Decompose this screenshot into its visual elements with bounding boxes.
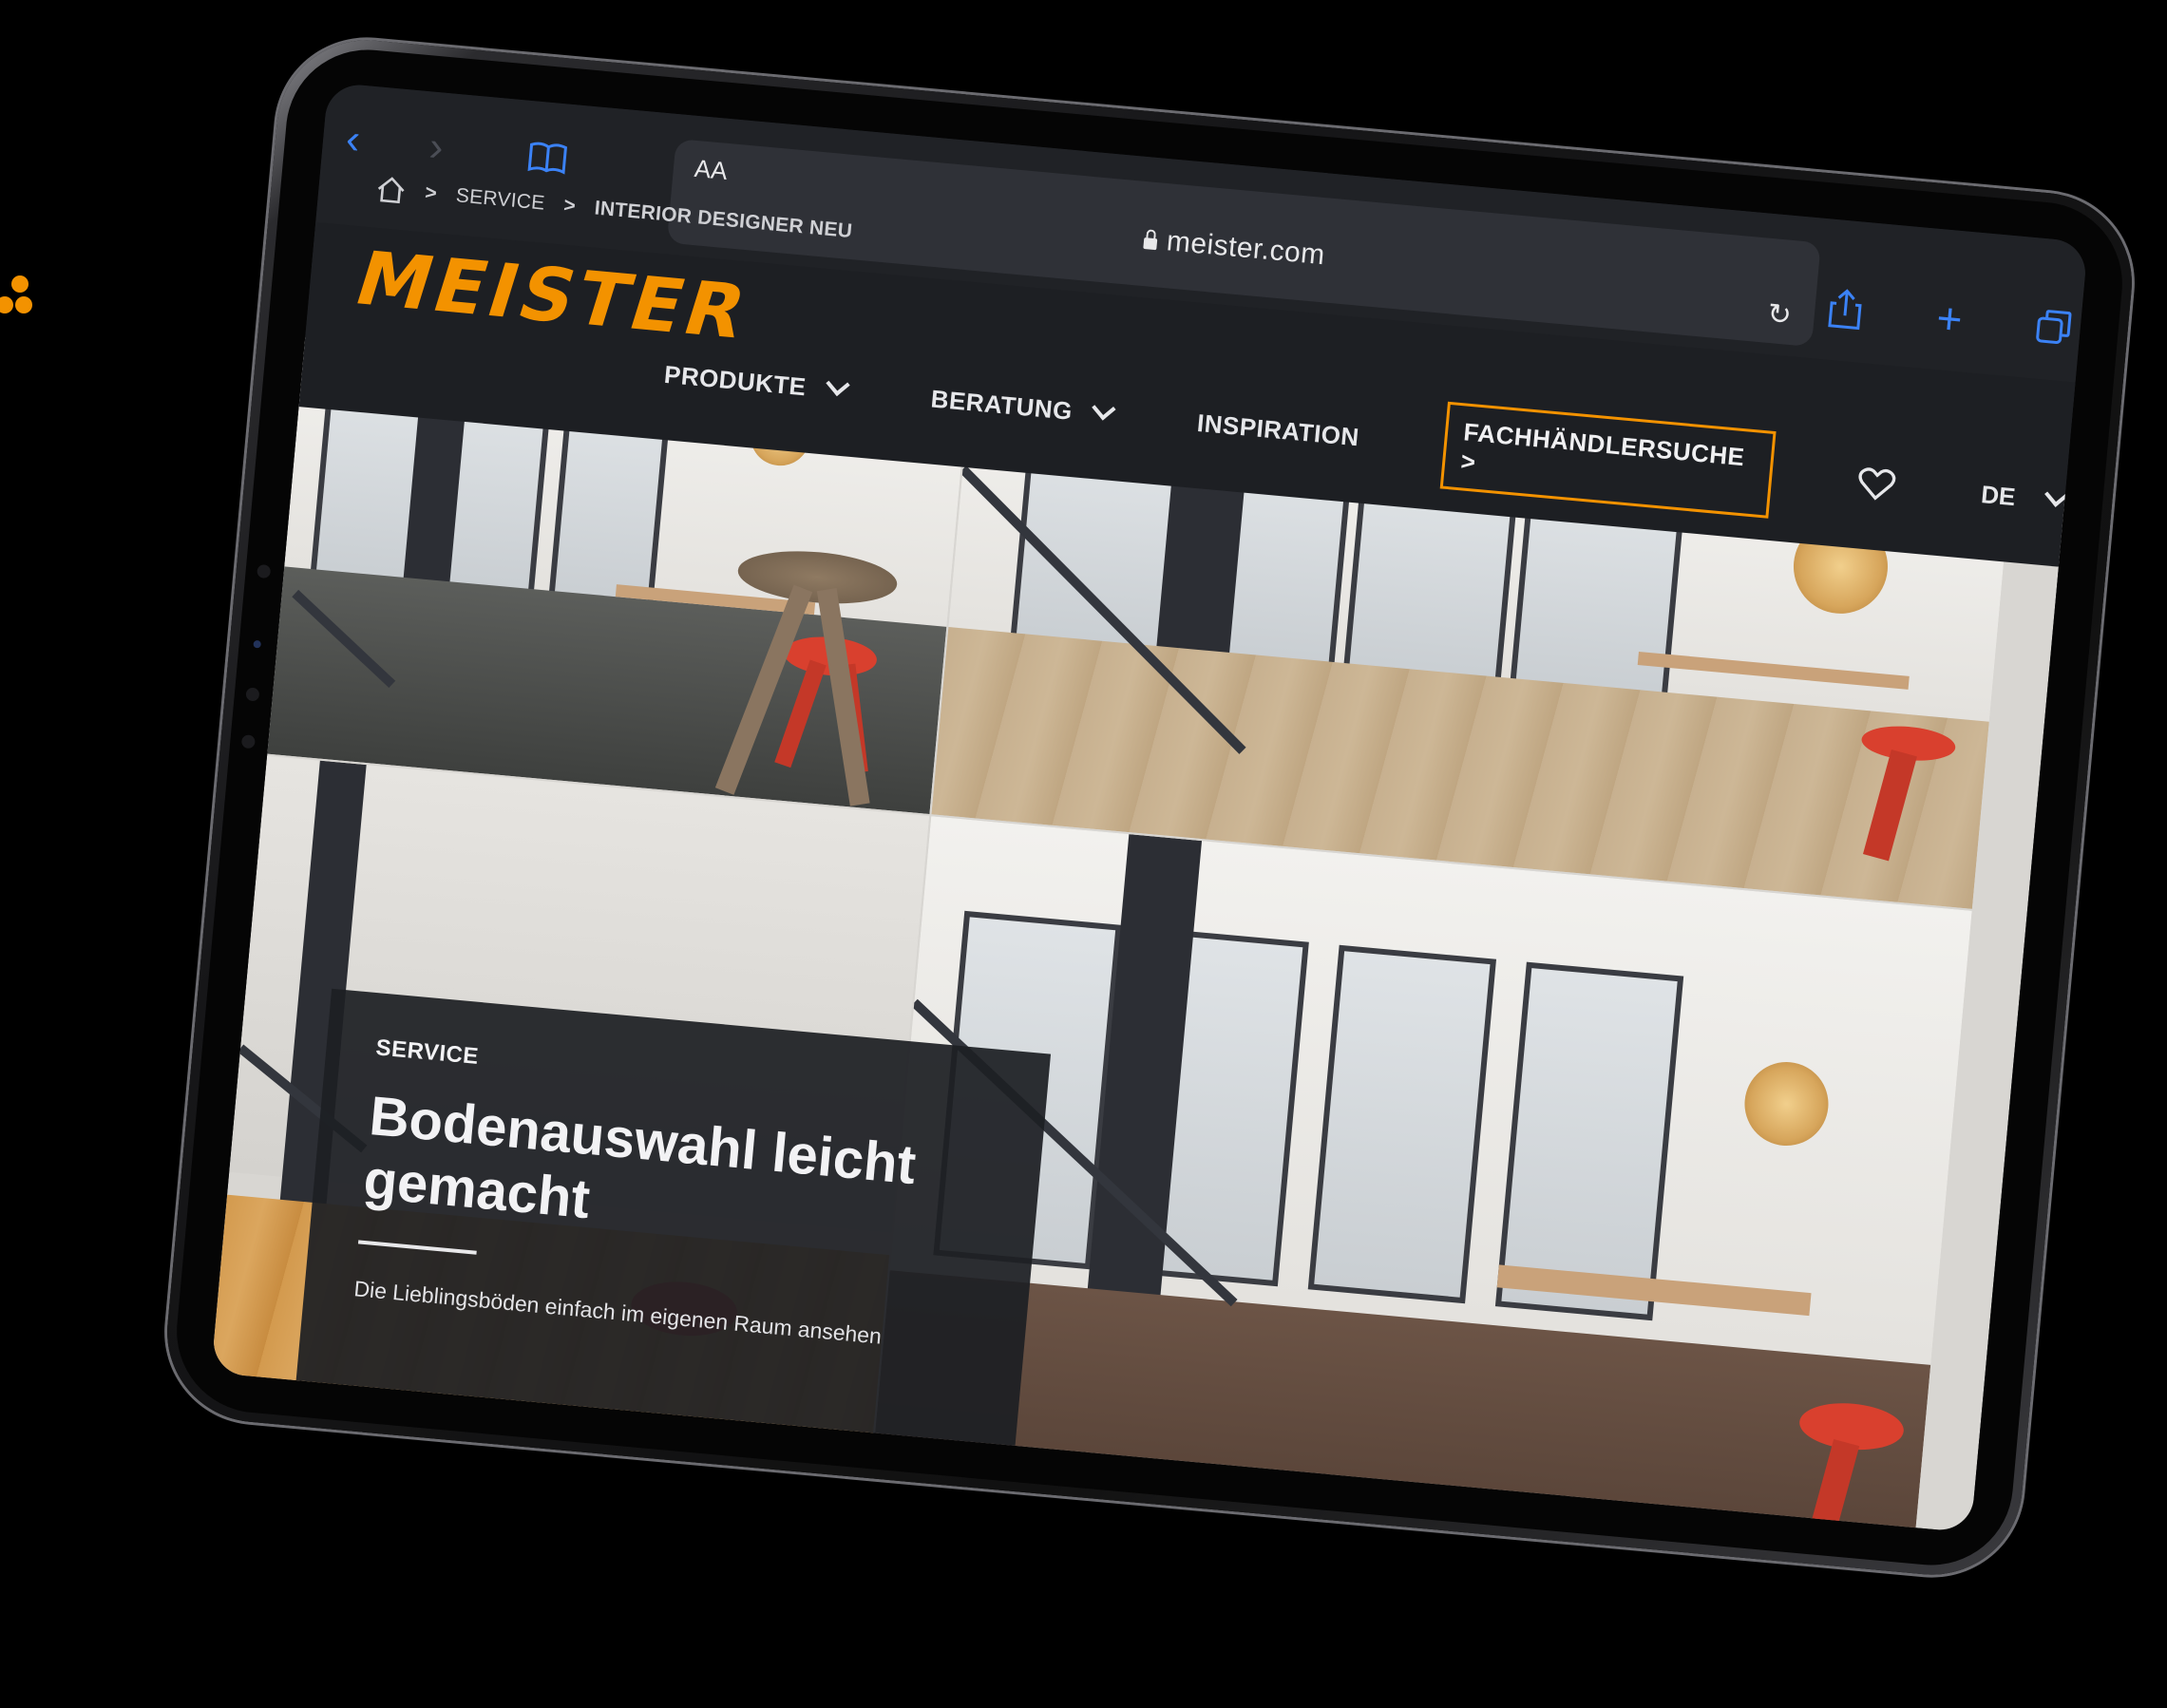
chevron-down-icon — [1092, 396, 1116, 421]
url-text: meister.com — [1143, 223, 1327, 272]
dealer-search-button[interactable]: FACHHÄNDLERSUCHE > — [1440, 401, 1777, 519]
lock-icon — [1143, 237, 1158, 251]
new-tab-plus-icon[interactable]: + — [1929, 293, 1970, 344]
nav-item-beratung[interactable]: BERATUNG — [929, 383, 1116, 429]
nav-item-produkte[interactable]: PRODUKTE — [662, 359, 850, 405]
reload-icon[interactable]: ↻ — [1766, 297, 1793, 332]
nav-label: BERATUNG — [929, 383, 1074, 426]
stage: ‹ › AA meister.com ↻ > SERVICE > INTERIO… — [0, 0, 2167, 1708]
language-select[interactable]: DE — [1980, 479, 2069, 517]
url-value: meister.com — [1165, 225, 1327, 272]
chevron-down-icon — [826, 371, 850, 397]
corner-dots-logo — [0, 275, 48, 342]
back-chevron-left-icon[interactable]: ‹ — [344, 116, 382, 163]
card-description: Die Lieblingsböden einfach im eigenen Ra… — [352, 1275, 884, 1349]
tablet-device: ‹ › AA meister.com ↻ > SERVICE > INTERIO… — [159, 32, 2140, 1583]
heart-icon[interactable] — [1856, 465, 1898, 504]
card-divider — [357, 1239, 477, 1255]
screen: ‹ › AA meister.com ↻ > SERVICE > INTERIO… — [211, 82, 2088, 1533]
share-icon[interactable] — [1825, 286, 1867, 332]
tabs-overview-icon[interactable] — [2033, 304, 2075, 351]
reader-mode-button[interactable]: AA — [694, 154, 729, 186]
forward-chevron-right-icon[interactable]: › — [428, 123, 465, 171]
breadcrumb-item-service[interactable]: SERVICE — [455, 184, 546, 215]
card-title: Bodenauswahl leicht gemacht — [361, 1084, 993, 1267]
breadcrumb-separator: > — [562, 194, 577, 218]
home-icon[interactable] — [374, 175, 408, 206]
nav-label: PRODUKTE — [662, 359, 808, 401]
browser-actions: + — [1825, 286, 2075, 351]
bookmarks-book-icon[interactable] — [525, 139, 570, 177]
breadcrumb-separator: > — [424, 181, 439, 205]
language-value: DE — [1980, 479, 2017, 511]
nav-label: INSPIRATION — [1195, 408, 1361, 451]
nav-item-inspiration[interactable]: INSPIRATION — [1196, 408, 1360, 451]
